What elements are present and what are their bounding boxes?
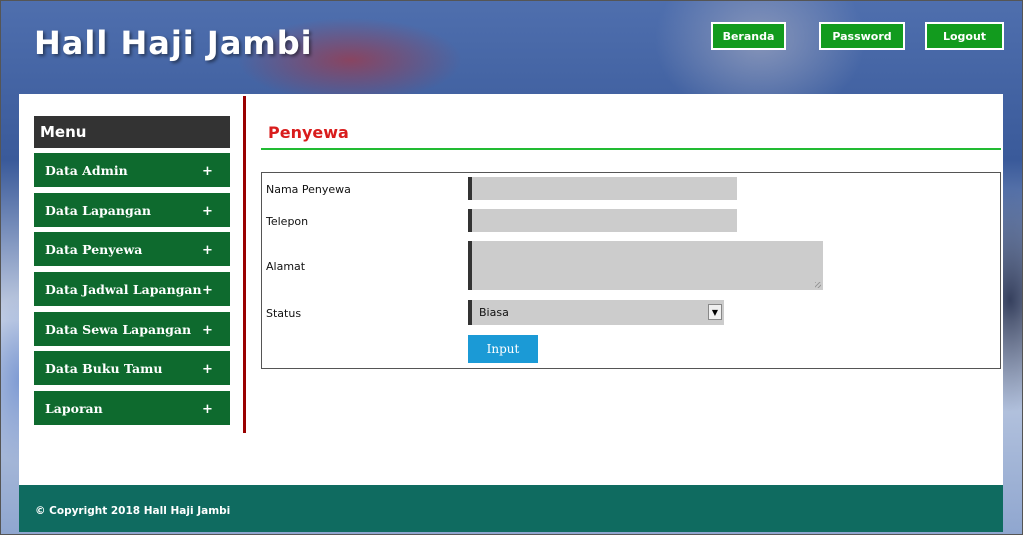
sidebar-item-label: Data Sewa Lapangan	[45, 322, 192, 337]
sidebar-item-data-jadwal-lapangan[interactable]: Data Jadwal Lapangan +	[34, 271, 230, 306]
plus-icon: +	[202, 204, 213, 219]
nama-penyewa-label: Nama Penyewa	[266, 183, 351, 196]
status-label: Status	[266, 307, 302, 320]
alamat-textarea[interactable]	[468, 241, 823, 290]
sidebar-item-data-buku-tamu[interactable]: Data Buku Tamu +	[34, 350, 230, 385]
plus-icon: +	[202, 283, 213, 298]
plus-icon: +	[202, 362, 213, 377]
status-select[interactable]: Biasa ▼	[468, 300, 724, 325]
sidebar-item-label: Data Buku Tamu	[45, 361, 163, 376]
sidebar-item-laporan[interactable]: Laporan +	[34, 390, 230, 425]
sidebar-item-label: Data Admin	[45, 163, 128, 178]
site-title: Hall Haji Jambi	[34, 24, 313, 62]
chevron-down-icon[interactable]: ▼	[708, 304, 722, 320]
telepon-input[interactable]	[468, 209, 737, 232]
sidebar-item-label: Data Penyewa	[45, 242, 143, 257]
plus-icon: +	[202, 164, 213, 179]
plus-icon: +	[202, 402, 213, 417]
nav-logout-button[interactable]: Logout	[925, 22, 1004, 50]
sidebar-item-label: Laporan	[45, 401, 103, 416]
sidebar-item-data-admin[interactable]: Data Admin +	[34, 152, 230, 187]
footer: © Copyright 2018 Hall Haji Jambi	[19, 485, 1003, 532]
input-submit-button[interactable]: Input	[468, 335, 538, 363]
sidebar-item-data-penyewa[interactable]: Data Penyewa +	[34, 231, 230, 266]
sidebar-item-data-lapangan[interactable]: Data Lapangan +	[34, 192, 230, 227]
alamat-label: Alamat	[266, 260, 306, 273]
sidebar-divider	[243, 96, 246, 433]
sidebar-item-label: Data Jadwal Lapangan	[45, 282, 202, 297]
sidebar-menu-title: Menu	[34, 116, 230, 148]
sidebar-item-data-sewa-lapangan[interactable]: Data Sewa Lapangan +	[34, 311, 230, 346]
nama-penyewa-input[interactable]	[468, 177, 737, 200]
heading-underline	[261, 148, 1001, 150]
status-selected-value: Biasa	[479, 306, 509, 319]
nav-beranda-button[interactable]: Beranda	[711, 22, 786, 50]
plus-icon: +	[202, 323, 213, 338]
page-title: Penyewa	[268, 123, 349, 142]
sidebar-item-label: Data Lapangan	[45, 203, 151, 218]
nav-password-button[interactable]: Password	[819, 22, 905, 50]
plus-icon: +	[202, 243, 213, 258]
copyright-text: © Copyright 2018 Hall Haji Jambi	[35, 505, 231, 517]
resize-grip-icon[interactable]	[815, 282, 821, 288]
telepon-label: Telepon	[266, 215, 309, 228]
